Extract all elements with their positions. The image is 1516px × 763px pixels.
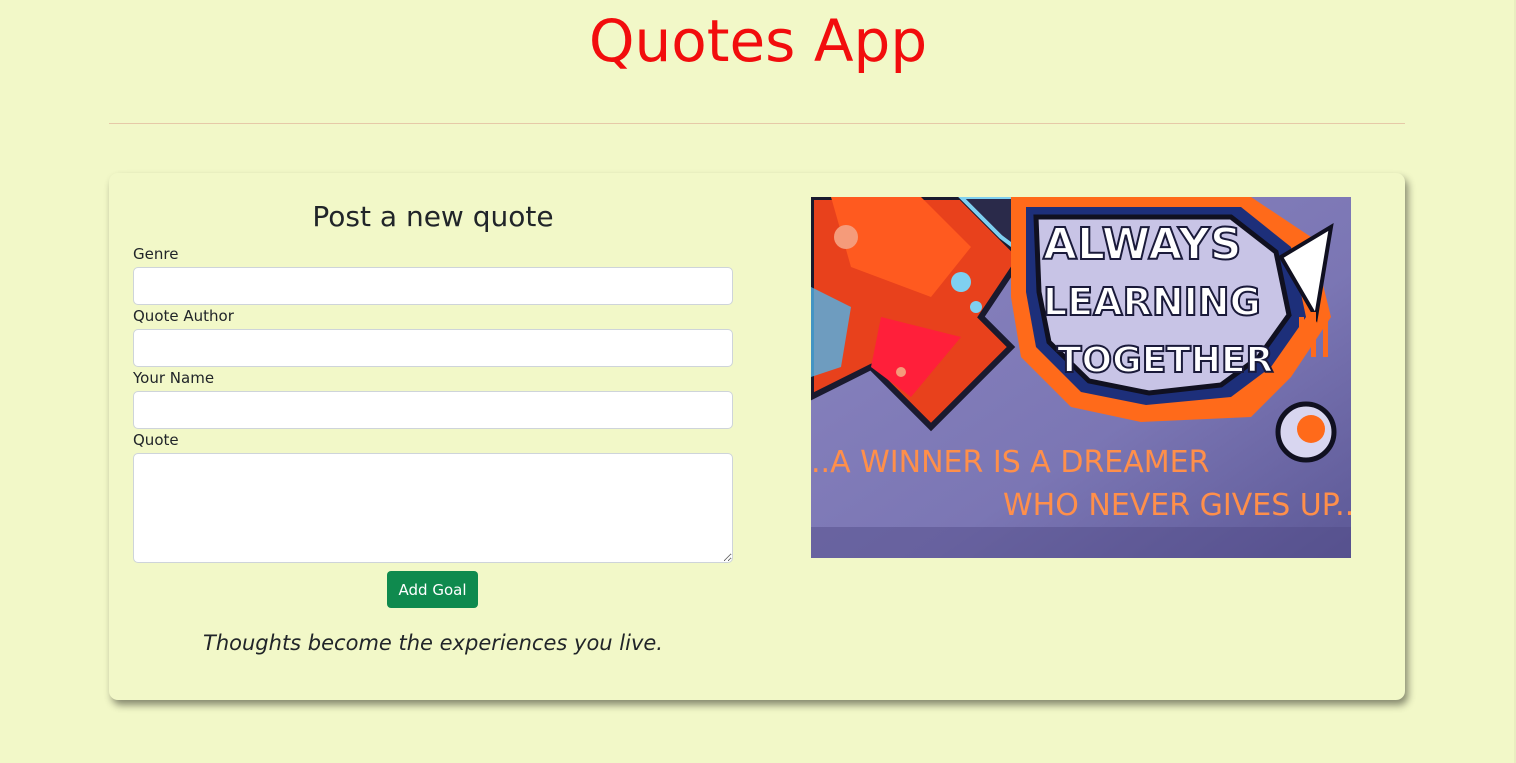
quote-textarea[interactable] <box>133 453 733 563</box>
header-divider <box>109 123 1405 124</box>
your-name-label: Your Name <box>133 369 215 387</box>
graffiti-slogan2: WHO NEVER GIVES UP.. <box>1003 488 1351 523</box>
graffiti-image: ALWAYS LEARNING TOGETHER ..A WINNER IS A… <box>811 197 1351 558</box>
your-name-input[interactable] <box>133 391 733 429</box>
form-heading: Post a new quote <box>312 200 554 233</box>
graffiti-slogan1: ..A WINNER IS A DREAMER <box>811 445 1209 480</box>
add-goal-button[interactable]: Add Goal <box>387 571 478 608</box>
graffiti-line2: LEARNING <box>1043 280 1261 324</box>
graffiti-line1: ALWAYS <box>1043 219 1242 270</box>
quote-author-input[interactable] <box>133 329 733 367</box>
quote-card: Post a new quote Genre Quote Author Your… <box>109 173 1405 700</box>
motto-text: Thoughts become the experiences you live… <box>203 631 663 655</box>
quote-author-label: Quote Author <box>133 307 234 325</box>
genre-input[interactable] <box>133 267 733 305</box>
quote-label: Quote <box>133 431 179 449</box>
graffiti-line3: TOGETHER <box>1057 340 1273 381</box>
app-title: Quotes App <box>588 7 928 75</box>
genre-label: Genre <box>133 245 179 263</box>
